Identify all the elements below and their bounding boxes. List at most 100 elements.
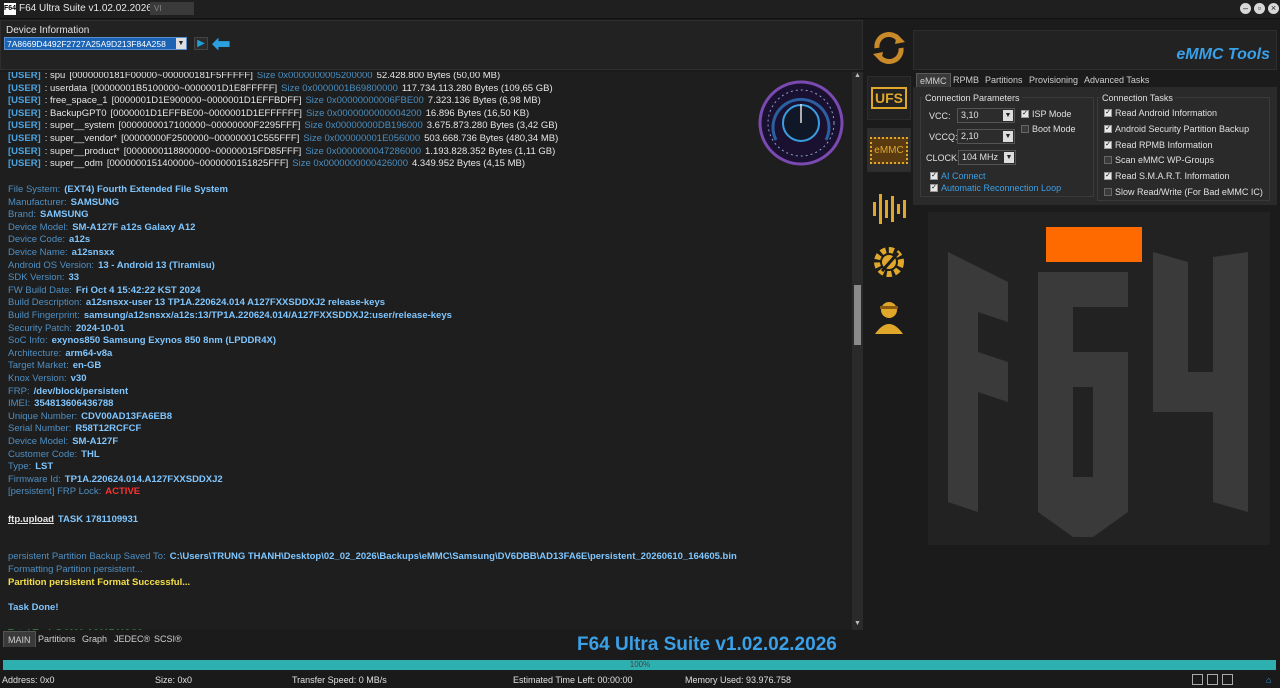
task-checkbox[interactable]: ✓	[1104, 109, 1112, 117]
partition-size: Size 0x0000001B69800000	[281, 82, 398, 94]
close-icon[interactable]: ×	[1268, 3, 1279, 14]
task-checkbox[interactable]	[1104, 156, 1112, 165]
settings-gear-icon[interactable]	[870, 243, 908, 281]
vccq-select[interactable]: 2,10 ▼	[957, 129, 1015, 144]
status-eta: Estimated Time Left: 00:00:00	[513, 675, 633, 685]
info-value: v30	[70, 373, 87, 384]
isp-mode-checkbox[interactable]: ✓	[1021, 110, 1029, 118]
partition-bytes: 1.193.828.352 Bytes (1,11 GB)	[425, 145, 556, 157]
task-checkbox[interactable]: ✓	[1104, 124, 1112, 133]
tab-main[interactable]: MAIN	[3, 631, 36, 647]
log-line: ftp.upload TASK 1781109931	[8, 514, 138, 525]
maximize-icon[interactable]: ▫	[1254, 3, 1265, 14]
boot-mode-label: Boot Mode	[1032, 124, 1076, 134]
tab-graph[interactable]: Graph	[78, 631, 111, 647]
task-label: Read RPMB Information	[1115, 139, 1213, 150]
ftp-upload-link: ftp.upload	[8, 514, 54, 525]
app-logo-icon: F64	[4, 3, 16, 15]
device-info-line: Unique Number: CDV00AD13FA6EB8	[8, 411, 172, 422]
tab-emmc[interactable]: eMMC	[916, 73, 951, 87]
scroll-down-icon[interactable]: ▼	[852, 620, 863, 630]
waveform-icon[interactable]	[869, 188, 909, 228]
device-info-line: Device Model: SM-A127F	[8, 436, 118, 447]
info-label: Manufacturer:	[8, 196, 67, 208]
partition-name: : super__odm	[44, 158, 103, 170]
user-support-icon[interactable]	[870, 298, 908, 336]
device-info-line: Brand: SAMSUNG	[8, 209, 89, 220]
scroll-up-icon[interactable]: ▲	[852, 72, 863, 82]
home-icon[interactable]: ⌂	[1266, 675, 1271, 685]
chevron-down-icon[interactable]: ▼	[176, 38, 186, 49]
tab-partitions-right[interactable]: Partitions	[982, 73, 1026, 87]
partition-tag: [USER]	[8, 120, 41, 132]
connect-play-button[interactable]: ▶	[194, 37, 208, 50]
device-info-line: Build Fingerprint: samsung/a12snsxx/a12s:…	[8, 310, 452, 321]
task-done-line: Task Done!	[8, 602, 59, 613]
ufs-icon: UFS	[871, 87, 907, 109]
partition-log-line: [USER]: super__product* [0000000118800000…	[8, 146, 559, 157]
mini-toolbar[interactable]: VI	[150, 2, 194, 15]
device-info-line: File System: (EXT4) Fourth Extended File …	[8, 184, 228, 195]
tab-scsi[interactable]: SCSI®	[150, 631, 186, 647]
auto-reconnect-label: Automatic Reconnection Loop	[941, 183, 1062, 193]
nav-emmc[interactable]: eMMC	[867, 128, 911, 172]
chevron-down-icon: ▼	[1004, 152, 1014, 163]
partition-log-line: [USER]: userdata [00000001B5100000~000000…	[8, 83, 557, 94]
tab-jedec[interactable]: JEDEC®	[110, 631, 154, 647]
partition-log-line: [USER]: spu [0000000181F00000~000000181F5…	[8, 72, 504, 81]
ai-connect-checkbox[interactable]: ✓	[930, 172, 938, 180]
tab-rpmb[interactable]: RPMB	[950, 73, 982, 87]
info-value: SAMSUNG	[40, 209, 89, 221]
window-icon[interactable]	[1192, 674, 1203, 685]
ftp-task-id: TASK 1781109931	[57, 514, 139, 525]
tab-advanced-tasks[interactable]: Advanced Tasks	[1081, 73, 1152, 87]
partition-range: [00000000F2500000~00000001C555FFF]	[121, 133, 300, 144]
emmc-tools-title: eMMC Tools	[1176, 46, 1270, 63]
info-label: Brand:	[8, 209, 36, 221]
info-label: File System:	[8, 184, 61, 195]
partition-tag: [USER]	[8, 145, 41, 157]
partition-range: [0000001D1EFFBE00~0000001D1EFFFFFF]	[110, 107, 302, 119]
device-info-line: Device Code: a12s	[8, 234, 90, 245]
partition-size: Size 0x0000000005200000	[256, 72, 373, 81]
task-checkbox[interactable]: ✓	[1104, 172, 1112, 181]
info-value: exynos850 Samsung Exynos 850 8nm (LPDDR4…	[51, 335, 277, 347]
log-scrollbar-thumb[interactable]	[854, 285, 861, 345]
info-value: R58T12RCFCF	[75, 423, 142, 435]
vcc-select[interactable]: 3,10 ▼	[957, 108, 1015, 123]
backup-path: C:\Users\TRUNG THANH\Desktop\02_02_2026\…	[169, 551, 737, 562]
partition-name: : super__system	[44, 120, 115, 132]
partition-bytes: 52.428.800 Bytes (50,00 MB)	[376, 72, 501, 81]
device-info-line: IMEI: 354813606436788	[8, 398, 113, 409]
tab-partitions[interactable]: Partitions	[34, 631, 80, 647]
partial-line: Total Task DAMA A2117 UCC2	[8, 628, 143, 630]
boot-mode-checkbox[interactable]	[1021, 125, 1029, 133]
arrow-left-icon: ⬅	[212, 31, 231, 56]
task-checkbox[interactable]: ✓	[1104, 140, 1112, 149]
minimize-icon[interactable]: –	[1240, 3, 1251, 14]
clock-select[interactable]: 104 MHz ▼	[958, 150, 1016, 165]
info-label: SoC Info:	[8, 335, 48, 347]
partition-range: [0000000151400000~0000000151825FFF]	[106, 158, 289, 170]
task-checkbox[interactable]	[1104, 188, 1112, 196]
backup-label: persistent Partition Backup Saved To:	[8, 551, 166, 562]
log-line: persistent Partition Backup Saved To: C:\…	[8, 551, 737, 562]
layout-icon[interactable]	[1207, 674, 1218, 685]
nav-ufs[interactable]: UFS	[867, 76, 911, 120]
partition-size: Size 0x000000001E056000	[303, 133, 421, 144]
info-label: Device Code:	[8, 234, 66, 246]
task-label: Scan eMMC WP-Groups	[1115, 155, 1215, 166]
device-info-line: Manufacturer: SAMSUNG	[8, 197, 119, 208]
tab-provisioning[interactable]: Provisioning	[1026, 73, 1081, 87]
camera-icon[interactable]	[1222, 674, 1233, 685]
partition-range: [0000000118800000~00000015FD85FFF]	[123, 145, 302, 157]
vccq-value: 2,10	[961, 131, 979, 141]
refresh-icon[interactable]	[869, 28, 909, 68]
partition-size: Size 0x0000000000004200	[305, 107, 422, 119]
connection-tasks-title: Connection Tasks	[1100, 93, 1175, 103]
device-info-line: Target Market: en-GB	[8, 360, 101, 371]
partition-name: : free_space_1	[44, 95, 108, 107]
log-scrollbar[interactable]	[852, 72, 863, 630]
auto-reconnect-checkbox[interactable]: ✓	[930, 184, 938, 192]
device-select[interactable]: 7A8669D4492F2727A25A9D213F84A258	[4, 37, 187, 50]
